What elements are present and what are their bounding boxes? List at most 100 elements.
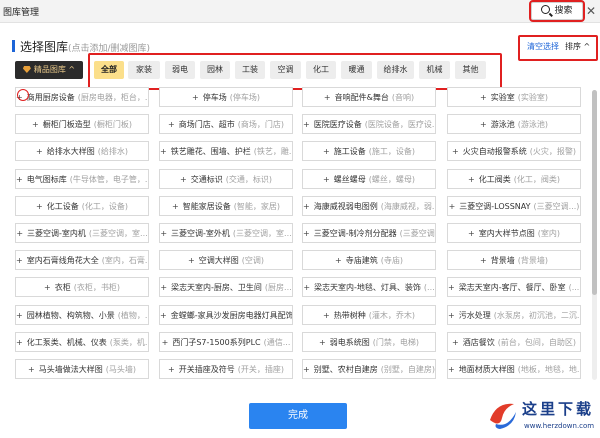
library-item[interactable]: + 化工泵类、机械、仪表 (泵类，机... bbox=[15, 331, 149, 352]
library-item[interactable]: + 西门子S7-1500系列PLC (通信... bbox=[159, 331, 293, 352]
add-icon[interactable]: + bbox=[468, 175, 475, 184]
category-tab-4[interactable]: 工装 bbox=[235, 61, 265, 79]
category-tab-9[interactable]: 机械 bbox=[419, 61, 450, 79]
add-icon[interactable]: + bbox=[468, 229, 475, 238]
library-item[interactable]: + 化工设备 (化工，设备) bbox=[15, 195, 149, 216]
add-icon[interactable]: + bbox=[160, 229, 167, 238]
add-icon[interactable]: + bbox=[16, 229, 23, 238]
add-icon[interactable]: + bbox=[480, 120, 487, 129]
library-item[interactable]: + 停车场 (停车场) bbox=[159, 87, 293, 107]
clear-selection-link[interactable]: 清空选择 bbox=[527, 41, 559, 52]
library-item[interactable]: + 别墅、农村自建房 (别墅，自建房) bbox=[302, 359, 436, 379]
add-icon[interactable]: + bbox=[319, 338, 326, 347]
library-item[interactable]: + 商场门店、超市 (商场，门店) bbox=[159, 114, 293, 135]
library-item[interactable]: + 给排水大样图 (给排水) bbox=[15, 141, 149, 162]
add-icon[interactable]: + bbox=[36, 147, 43, 156]
library-item[interactable]: + 医院医疗设备 (医院设备，医疗设... bbox=[302, 114, 436, 135]
category-tab-8[interactable]: 给排水 bbox=[377, 61, 414, 79]
library-item[interactable]: + 铁艺雕花、围墙、护栏 (铁艺，雕... bbox=[159, 141, 293, 162]
search-button[interactable]: 搜索 bbox=[529, 0, 585, 22]
add-icon[interactable]: + bbox=[452, 338, 459, 347]
library-item[interactable]: + 室内石膏线角花大全 (室内，石膏... bbox=[15, 250, 149, 271]
add-icon[interactable]: + bbox=[44, 283, 51, 292]
library-item[interactable]: + 背景墙 (背景墙) bbox=[447, 250, 581, 271]
add-icon[interactable]: + bbox=[303, 120, 310, 129]
premium-library-button[interactable]: 精品图库 ^ bbox=[15, 61, 83, 79]
library-item[interactable]: + 火灾自动报警系统 (火灾，报警) bbox=[447, 141, 581, 162]
add-icon[interactable]: + bbox=[16, 311, 23, 320]
library-item[interactable]: + 音响配件&舞台 (音响) bbox=[302, 87, 436, 107]
category-tab-5[interactable]: 空调 bbox=[270, 61, 301, 79]
library-item[interactable]: + 化工阀类 (化工，阀类) bbox=[447, 168, 581, 189]
library-item[interactable]: + 酒店餐饮 (前台，包间，自助区) bbox=[447, 331, 581, 352]
library-item[interactable]: + 三菱空调-室外机 (三菱空调，室... bbox=[159, 223, 293, 243]
library-item[interactable]: + 开关插座及符号 (开关，插座) bbox=[159, 359, 293, 379]
add-icon[interactable]: + bbox=[324, 93, 331, 102]
library-item[interactable]: + 橱柜门板造型 (橱柜门板) bbox=[15, 114, 149, 135]
category-tab-7[interactable]: 暖通 bbox=[341, 61, 372, 79]
library-item[interactable]: + 实验室 (实验室) bbox=[447, 87, 581, 107]
add-icon[interactable]: + bbox=[323, 147, 330, 156]
add-icon[interactable]: + bbox=[16, 175, 23, 184]
library-item[interactable]: + 交通标识 (交通，标识) bbox=[159, 168, 293, 189]
add-icon[interactable]: + bbox=[168, 120, 175, 129]
library-item[interactable]: + 三菱空调-LOSSNAY (三菱空调...) bbox=[447, 195, 581, 216]
add-icon[interactable]: + bbox=[160, 311, 167, 320]
add-icon[interactable]: + bbox=[480, 256, 487, 265]
library-item[interactable]: + 金螳螂-家具沙发厨房电器灯具配饰 bbox=[159, 304, 293, 325]
add-icon[interactable]: + bbox=[303, 202, 310, 211]
library-item[interactable]: + 空调大样图 (空调) bbox=[159, 250, 293, 271]
sort-dropdown[interactable]: 排序 ^ bbox=[565, 41, 590, 52]
library-item[interactable]: + 电气图标库 (牛导体管，电子管，... bbox=[15, 168, 149, 189]
add-icon[interactable]: + bbox=[16, 256, 23, 265]
add-icon[interactable]: + bbox=[449, 202, 456, 211]
library-item[interactable]: + 三菱空调-室内机 (三菱空调，室... bbox=[15, 223, 149, 243]
library-item[interactable]: + 地面材质大样图 (地板，地毯，地... bbox=[447, 359, 581, 379]
add-icon[interactable]: + bbox=[188, 256, 195, 265]
library-item[interactable]: + 园林植物、构筑物、小景 (植物，... bbox=[15, 304, 149, 325]
finish-button[interactable]: 完成 bbox=[249, 403, 347, 429]
add-icon[interactable]: + bbox=[323, 175, 330, 184]
library-item[interactable]: + 商用厨房设备 (厨房电器，柜台，... bbox=[15, 87, 149, 107]
library-item[interactable]: + 寺庙建筑 (寺庙) bbox=[302, 250, 436, 271]
add-icon[interactable]: + bbox=[303, 283, 310, 292]
library-item[interactable]: + 海康威视弱电图例 (海康威视，弱... bbox=[302, 195, 436, 216]
add-icon[interactable]: + bbox=[448, 283, 455, 292]
add-icon[interactable]: + bbox=[448, 365, 455, 374]
library-item[interactable]: + 梁志天室内-地毯、灯具、装饰 (... bbox=[302, 277, 436, 298]
library-item[interactable]: + 智能家居设备 (智能，家居) bbox=[159, 195, 293, 216]
library-item[interactable]: + 室内大样节点图 (室内) bbox=[447, 223, 581, 243]
library-item[interactable]: + 弱电系统图 (门禁，电梯) bbox=[302, 331, 436, 352]
category-tab-2[interactable]: 弱电 bbox=[165, 61, 195, 79]
library-item[interactable]: + 衣柜 (衣柜，书柜) bbox=[15, 277, 149, 298]
close-icon[interactable]: ✕ bbox=[586, 4, 596, 18]
add-icon[interactable]: + bbox=[16, 338, 23, 347]
add-icon[interactable]: + bbox=[36, 202, 43, 211]
category-tab-10[interactable]: 其他 bbox=[455, 61, 486, 79]
add-icon[interactable]: + bbox=[303, 229, 310, 238]
library-item[interactable]: + 螺丝螺母 (螺丝，螺母) bbox=[302, 168, 436, 189]
category-tab-6[interactable]: 化工 bbox=[306, 61, 336, 79]
library-item[interactable]: + 梁志天室内-厨房、卫生间 (厨房... bbox=[159, 277, 293, 298]
library-item[interactable]: +三菱空调-制冷剂分配器(三菱空调... bbox=[302, 223, 436, 243]
library-item[interactable]: + 游泳池 (游泳池) bbox=[447, 114, 581, 135]
add-icon[interactable]: + bbox=[323, 311, 330, 320]
add-icon[interactable]: + bbox=[192, 93, 199, 102]
add-icon[interactable]: + bbox=[32, 120, 39, 129]
add-icon[interactable]: + bbox=[160, 283, 167, 292]
add-icon[interactable]: + bbox=[160, 147, 167, 156]
library-item[interactable]: + 马头墙做法大样图 (马头墙) bbox=[15, 359, 149, 379]
category-tab-0[interactable]: 全部 bbox=[94, 61, 124, 79]
add-icon[interactable]: + bbox=[303, 365, 310, 374]
library-item[interactable]: +梁志天室内-客厅、餐厅、卧室(...) bbox=[447, 277, 581, 298]
add-icon[interactable]: + bbox=[28, 365, 35, 374]
library-item[interactable]: + 施工设备 (施工，设备) bbox=[302, 141, 436, 162]
add-icon[interactable]: + bbox=[168, 365, 175, 374]
add-icon[interactable]: + bbox=[180, 175, 187, 184]
library-item[interactable]: + 热带树种 (灌木，乔木) bbox=[302, 304, 436, 325]
category-tab-3[interactable]: 园林 bbox=[200, 61, 230, 79]
add-icon[interactable]: + bbox=[448, 311, 455, 320]
add-icon[interactable]: + bbox=[162, 338, 169, 347]
library-item[interactable]: + 污水处理 (水泵房，初沉池，二沉... bbox=[447, 304, 581, 325]
category-tab-1[interactable]: 家装 bbox=[128, 61, 160, 79]
